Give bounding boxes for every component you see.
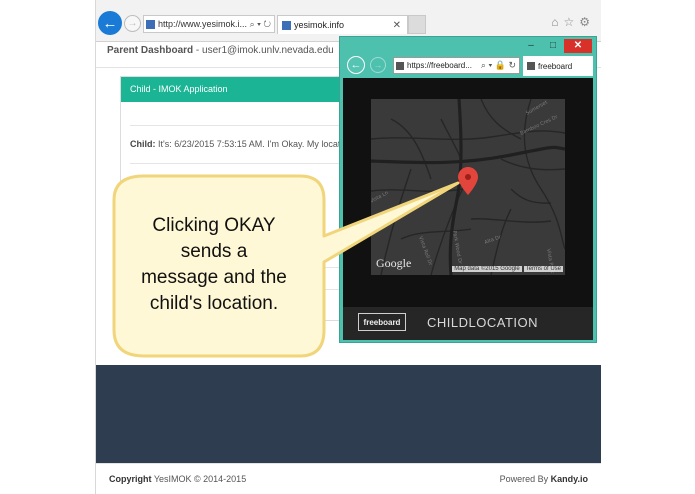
callout-line: Clicking OKAY xyxy=(152,215,276,236)
callout-line: child's location. xyxy=(149,293,279,314)
callout-text: Clicking OKAY sends a message and the ch… xyxy=(118,213,310,317)
callout-line: message and the xyxy=(141,267,287,288)
callout-bubble xyxy=(112,174,460,358)
callout-line: sends a xyxy=(180,241,248,262)
